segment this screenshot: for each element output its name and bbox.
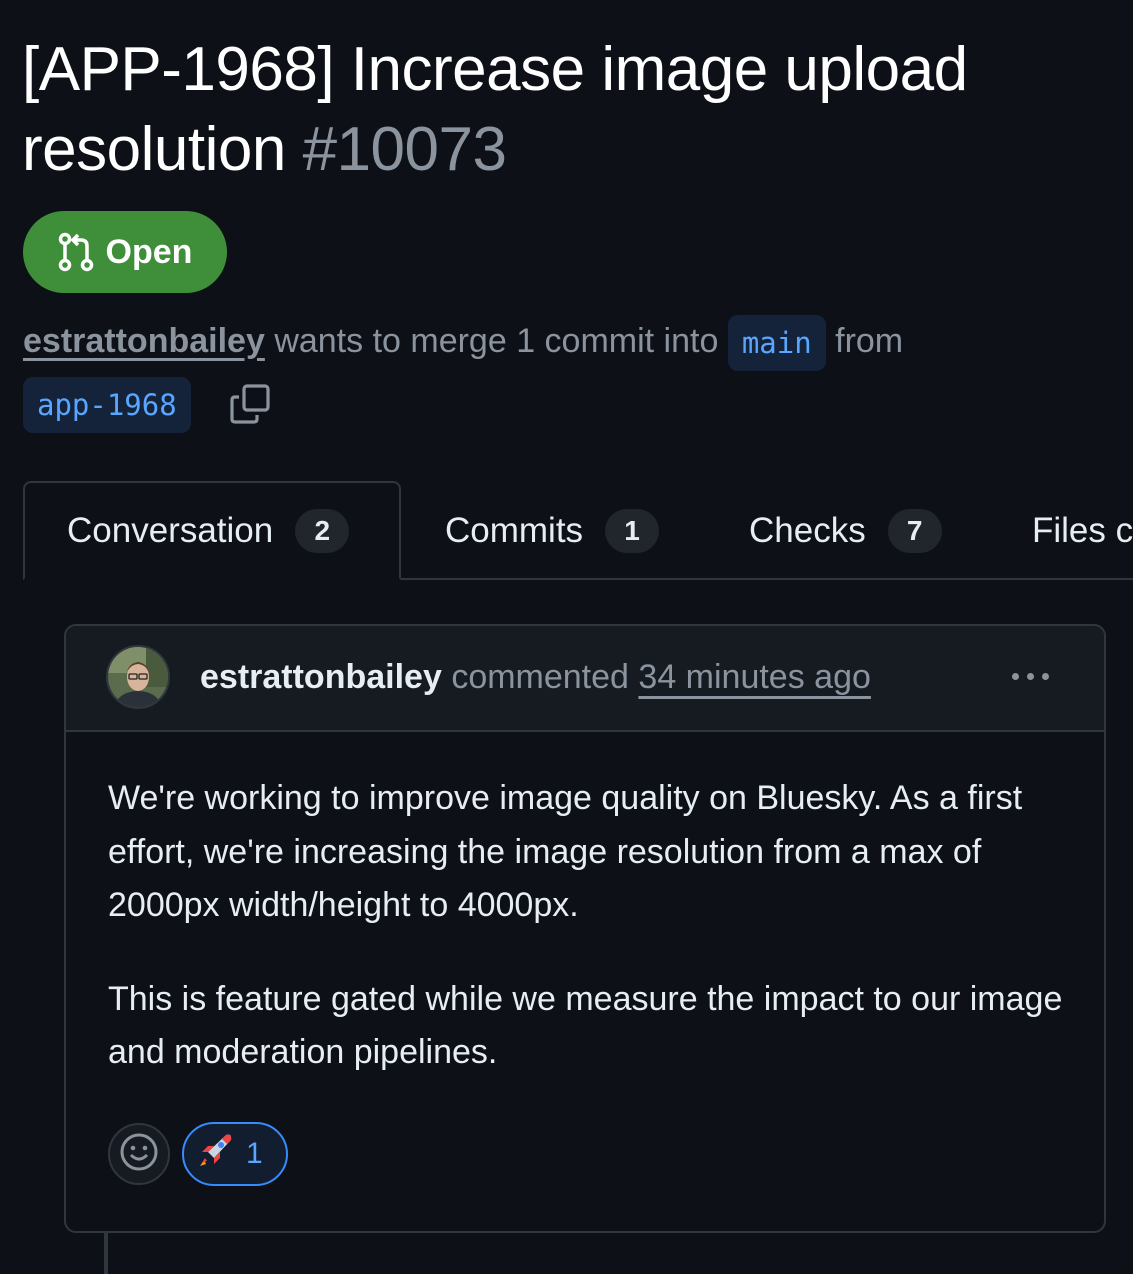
tab-conversation[interactable]: Conversation 2 bbox=[23, 481, 401, 580]
comment-card: estrattonbailey commented 34 minutes ago… bbox=[64, 624, 1106, 1233]
comment-timestamp[interactable]: 34 minutes ago bbox=[638, 658, 871, 696]
tab-counter: 2 bbox=[295, 508, 350, 553]
comment-body: We're working to improve image quality o… bbox=[108, 772, 1068, 1120]
tab-counter: 7 bbox=[887, 508, 942, 553]
comment-header: estrattonbailey commented 34 minutes ago bbox=[66, 626, 1104, 732]
from-text: from bbox=[835, 322, 904, 360]
comment-paragraph: We're working to improve image quality o… bbox=[108, 779, 1023, 924]
dot bbox=[1041, 672, 1049, 680]
comment-action: commented bbox=[451, 658, 629, 696]
reactions-bar: 1 bbox=[108, 1122, 288, 1186]
pr-state-badge: Open bbox=[23, 211, 227, 293]
merge-text: wants to merge 1 commit into bbox=[274, 322, 719, 360]
dot bbox=[1026, 672, 1034, 680]
pr-tabs: Conversation 2 Commits 1 Checks 7 Files … bbox=[23, 481, 1133, 580]
rocket-icon bbox=[196, 1130, 236, 1178]
git-pull-request-icon bbox=[58, 232, 94, 272]
tab-label: Files c bbox=[1032, 510, 1133, 550]
reaction-rocket[interactable]: 1 bbox=[182, 1122, 288, 1186]
smiley-icon bbox=[119, 1132, 159, 1177]
tab-label: Checks bbox=[749, 510, 866, 550]
comment-paragraph: This is feature gated while we measure t… bbox=[108, 979, 1063, 1072]
tab-label: Conversation bbox=[67, 510, 274, 550]
tab-commits[interactable]: Commits 1 bbox=[445, 481, 660, 580]
comment-author[interactable]: estrattonbailey bbox=[200, 658, 442, 696]
comment-options-button[interactable] bbox=[1000, 654, 1060, 698]
tab-counter: 1 bbox=[605, 508, 660, 553]
pr-number: #10073 bbox=[302, 115, 507, 184]
merge-summary: estrattonbailey wants to merge 1 commit … bbox=[23, 312, 1123, 372]
timeline-line bbox=[104, 1232, 108, 1274]
comment-meta: estrattonbailey commented 34 minutes ago bbox=[200, 654, 871, 700]
dot bbox=[1011, 672, 1019, 680]
reaction-count: 1 bbox=[246, 1137, 263, 1170]
add-reaction-button[interactable] bbox=[108, 1123, 170, 1185]
pull-request-page: [APP-1968] Increase image upload resolut… bbox=[0, 0, 1133, 1274]
copy-branch-button[interactable] bbox=[226, 382, 274, 430]
pr-state-label: Open bbox=[105, 232, 193, 271]
head-branch[interactable]: app-1968 bbox=[23, 377, 191, 433]
tab-files-changed[interactable]: Files c bbox=[1032, 481, 1133, 580]
copy-icon bbox=[229, 383, 271, 430]
pr-author-link[interactable]: estrattonbailey bbox=[23, 322, 265, 360]
tab-label: Commits bbox=[445, 510, 584, 550]
avatar[interactable] bbox=[106, 645, 170, 709]
base-branch[interactable]: main bbox=[727, 315, 826, 372]
tab-checks[interactable]: Checks 7 bbox=[749, 481, 942, 580]
pr-title: [APP-1968] Increase image upload resolut… bbox=[22, 30, 1022, 190]
